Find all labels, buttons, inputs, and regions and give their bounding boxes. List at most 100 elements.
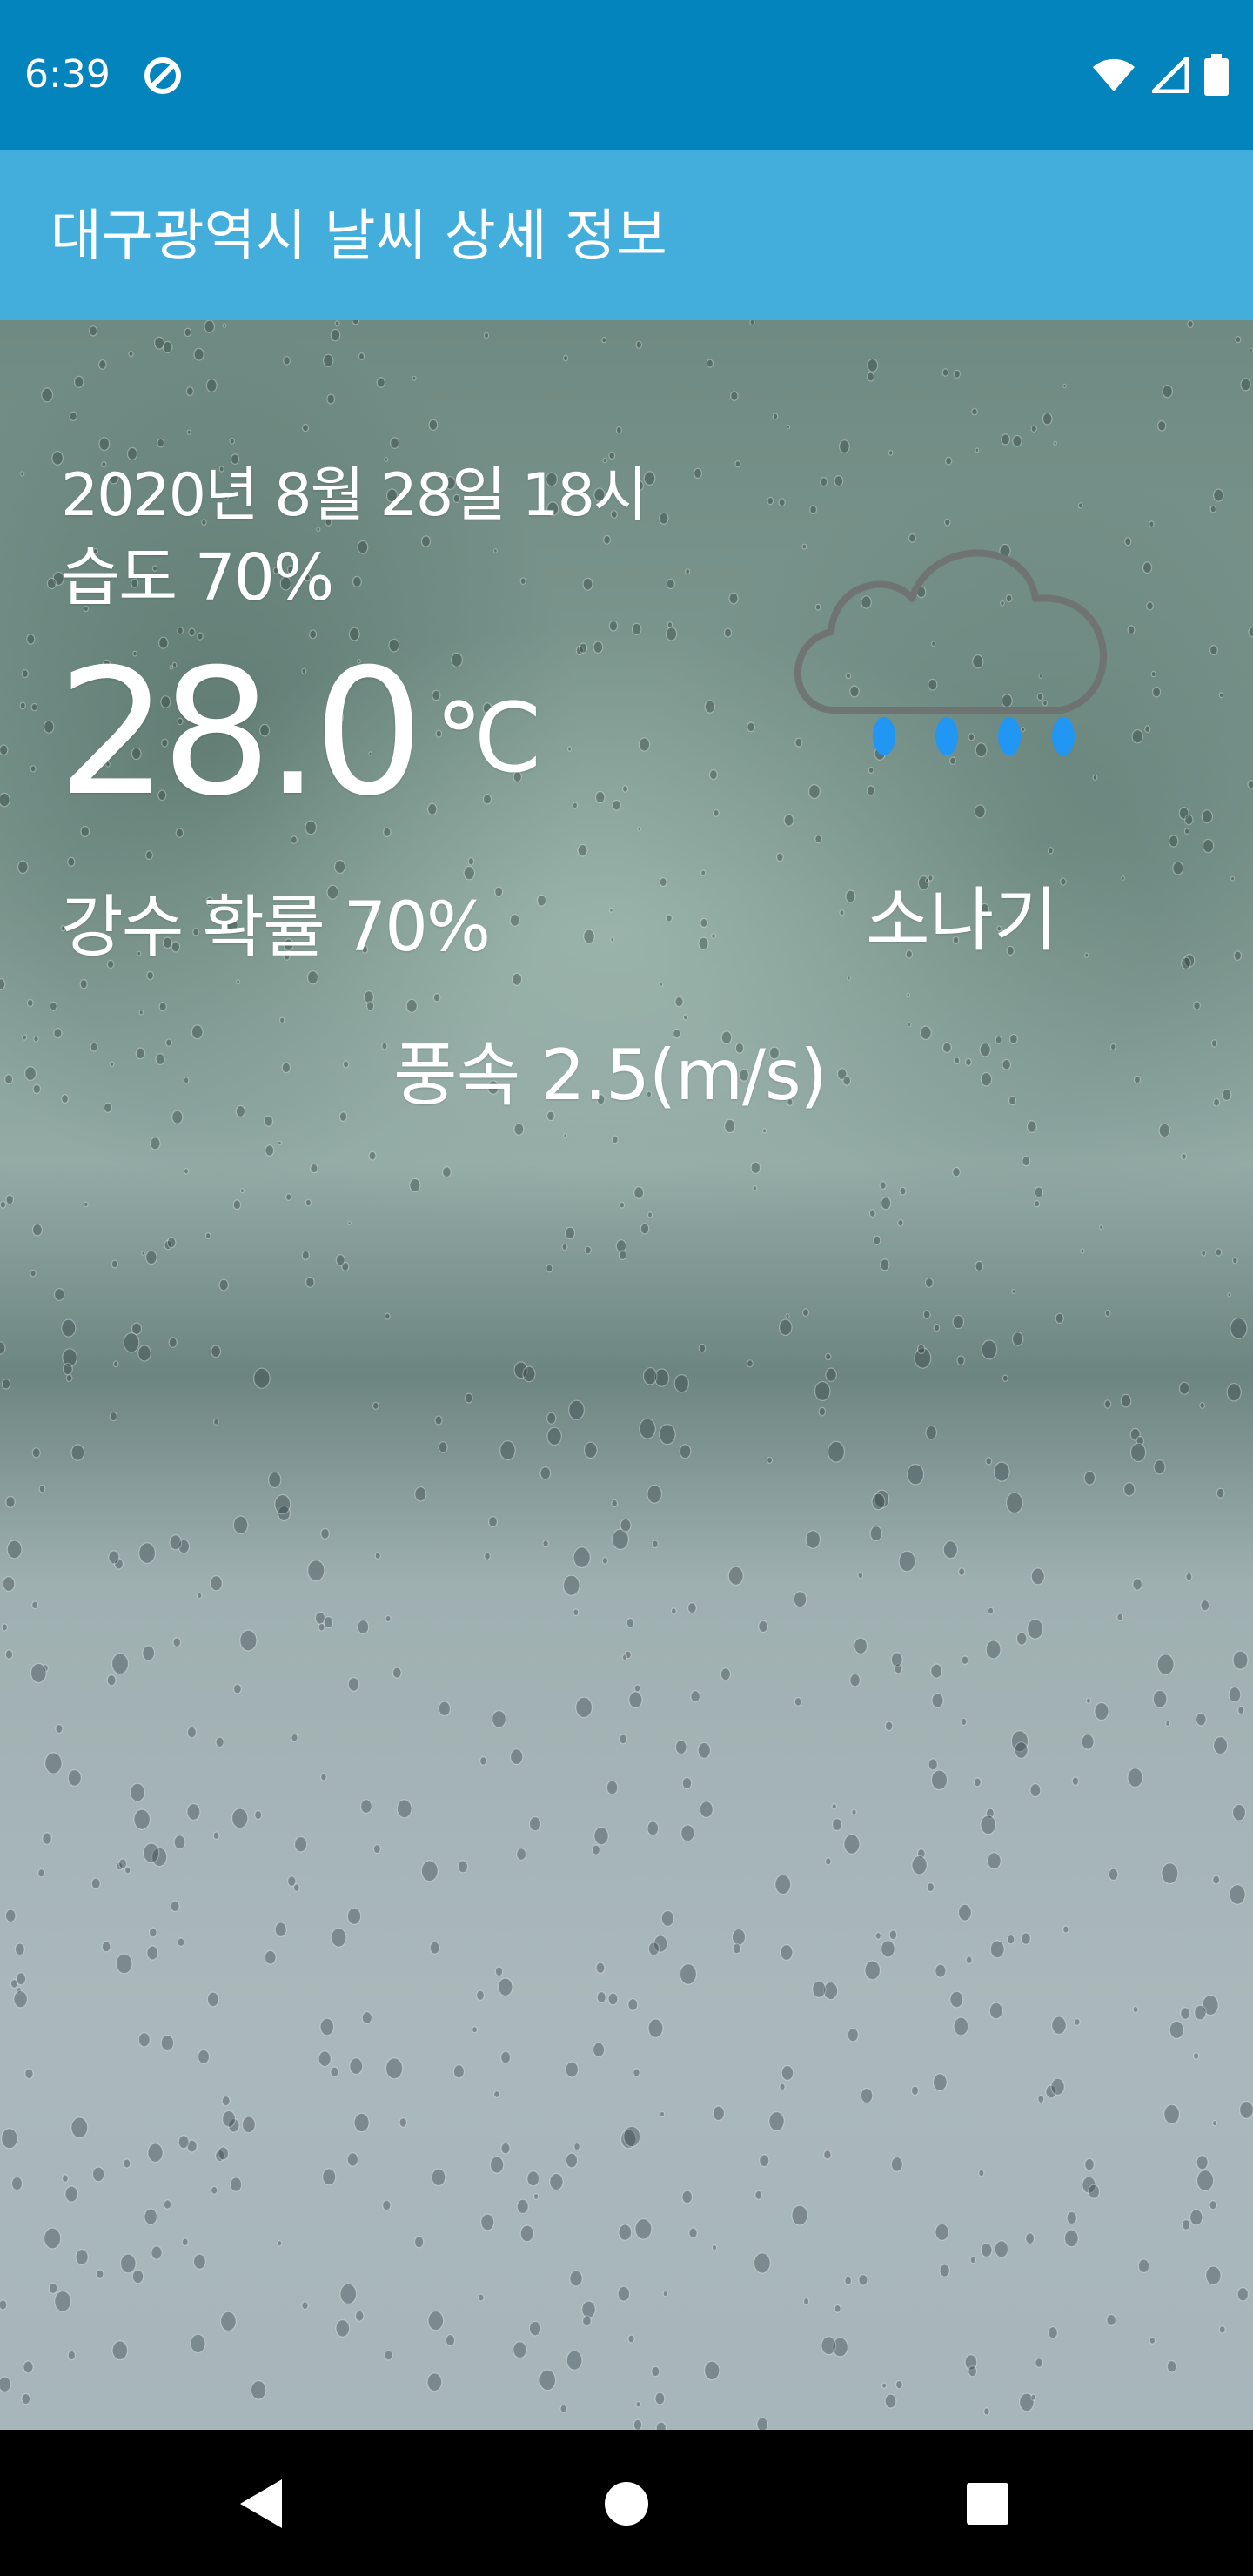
raindrop — [823, 2150, 832, 2160]
raindrop — [154, 336, 165, 350]
raindrop — [218, 2146, 230, 2161]
raindrop — [222, 323, 227, 328]
raindrop — [472, 2026, 478, 2034]
raindrop — [108, 1550, 120, 1565]
raindrop — [488, 1515, 498, 1528]
raindrop — [290, 835, 298, 844]
raindrop — [971, 407, 978, 416]
raindrop — [1053, 440, 1057, 446]
raindrop — [1184, 814, 1194, 826]
raindrop — [647, 1821, 660, 1836]
raindrop — [382, 2199, 392, 2211]
raindrop — [1196, 2170, 1215, 2191]
raindrop — [730, 391, 739, 401]
raindrop — [431, 2168, 446, 2187]
raindrop — [31, 1223, 43, 1237]
raindrop — [420, 1860, 439, 1882]
raindrop — [907, 1463, 925, 1486]
raindrop — [802, 2298, 810, 2305]
raindrop — [591, 1844, 600, 1855]
raindrop — [724, 1118, 736, 1134]
navigation-bar — [0, 2430, 1253, 2576]
raindrop — [213, 1418, 219, 1426]
raindrop — [0, 1341, 6, 1355]
raindrop — [1014, 1741, 1029, 1759]
raindrop — [90, 1042, 98, 1052]
raindrop — [975, 447, 980, 453]
raindrop — [522, 1365, 536, 1383]
raindrop — [301, 2301, 309, 2311]
status-time: 6:39 — [24, 52, 111, 97]
raindrop — [412, 375, 417, 381]
raindrop — [1196, 1712, 1207, 1727]
raindrop — [674, 1740, 687, 1755]
raindrop — [480, 2213, 495, 2231]
raindrop — [750, 1161, 761, 1175]
raindrop — [519, 2224, 534, 2243]
raindrop — [960, 1717, 968, 1726]
raindrop — [618, 2224, 633, 2241]
raindrop — [539, 1466, 552, 1480]
weather-content: 2020년 8월 28일 18시 습도 70% 28.0 ℃ 강수 확률 70%… — [0, 320, 1253, 2430]
raindrop — [920, 1025, 932, 1041]
raindrop — [1200, 1600, 1210, 1612]
raindrop — [884, 1721, 894, 1732]
raindrop — [123, 1332, 140, 1353]
raindrop — [124, 1866, 131, 1875]
raindrop — [135, 1047, 145, 1060]
raindrop — [163, 2199, 172, 2210]
raindrop — [596, 1991, 606, 2003]
raindrop — [747, 721, 755, 733]
raindrop — [1199, 1402, 1206, 1409]
raindrop — [635, 340, 643, 349]
raindrop — [759, 2154, 770, 2168]
back-button[interactable] — [222, 2465, 300, 2543]
raindrop — [711, 2244, 718, 2251]
recents-button[interactable] — [948, 2465, 1027, 2543]
raindrop — [150, 1137, 161, 1150]
raindrop — [442, 1166, 452, 1178]
home-button[interactable] — [587, 2465, 666, 2543]
raindrop — [911, 1855, 928, 1875]
raindrop — [103, 1102, 112, 1113]
raindrop — [385, 1614, 392, 1623]
raindrop — [985, 1640, 1002, 1660]
raindrop — [706, 359, 714, 368]
raindrop — [831, 1817, 843, 1831]
raindrop — [1083, 1471, 1096, 1486]
raindrop — [145, 1250, 157, 1265]
raindrop — [354, 2310, 365, 2322]
raindrop — [881, 2382, 888, 2389]
raindrop — [868, 1209, 876, 1218]
raindrop — [942, 1540, 958, 1560]
raindrop — [1109, 1043, 1116, 1051]
raindrop — [1239, 2101, 1253, 2119]
raindrop — [372, 1401, 379, 1410]
raindrop — [204, 1232, 211, 1239]
raindrop — [0, 792, 10, 808]
raindrop — [111, 2340, 129, 2361]
raindrop — [212, 1831, 220, 1840]
raindrop — [53, 1287, 65, 1301]
raindrop — [0, 2299, 8, 2311]
raindrop — [513, 1123, 525, 1136]
raindrop — [566, 746, 573, 752]
app-notification-icon — [144, 57, 181, 94]
raindrop — [700, 869, 707, 876]
raindrop — [285, 1193, 292, 1201]
raindrop — [32, 1083, 42, 1095]
raindrop — [964, 1057, 972, 1067]
raindrop — [682, 1014, 688, 1021]
raindrop — [699, 1801, 714, 1818]
raindrop — [204, 320, 215, 333]
raindrop — [1001, 433, 1010, 446]
raindrop — [26, 634, 36, 645]
raindrop — [1194, 2004, 1207, 2021]
raindrop — [975, 1260, 984, 1272]
raindrop — [106, 1674, 117, 1687]
raindrop — [924, 1277, 934, 1288]
raindrop — [546, 1412, 557, 1425]
raindrop — [374, 1552, 381, 1560]
raindrop — [647, 2018, 664, 2038]
raindrop — [1227, 1292, 1232, 1298]
